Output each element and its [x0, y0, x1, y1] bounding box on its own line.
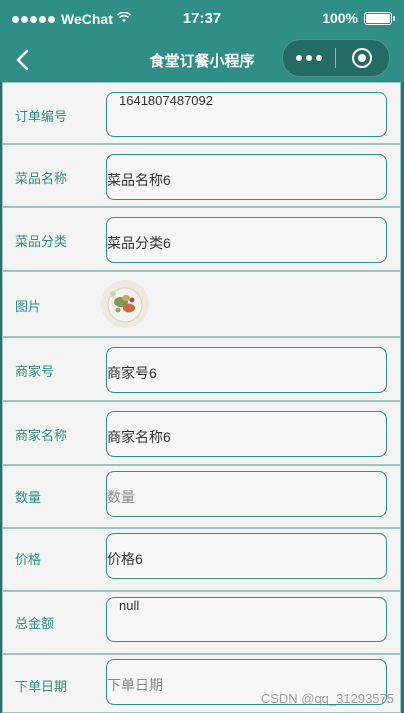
dish-name-input[interactable]: 菜品名称6	[106, 154, 387, 200]
dish-category-input[interactable]: 菜品分类6	[106, 217, 387, 263]
field-row-dish-category: 菜品分类 菜品分类6	[2, 207, 401, 271]
field-label: 菜品名称	[15, 171, 68, 186]
more-dot	[316, 55, 322, 61]
battery-percent: 100%	[322, 10, 358, 26]
field-row-merchant-name: 商家名称 商家名称6	[2, 401, 401, 465]
watermark: CSDN @qq_31293575	[260, 691, 394, 706]
more-dot	[296, 55, 302, 61]
field-label: 菜品分类	[15, 234, 68, 249]
field-row-order-no: 订单编号 1641807487092	[2, 82, 401, 144]
mini-program-capsule	[282, 39, 390, 77]
order-detail-form: 订单编号 1641807487092 菜品名称 菜品名称6 菜品分类 菜品分类6…	[0, 82, 404, 713]
field-label: 价格	[15, 552, 42, 567]
field-value: 商家名称6	[107, 429, 171, 445]
total-textarea[interactable]: null	[106, 597, 387, 642]
field-row-image: 图片	[2, 271, 401, 337]
order-no-textarea[interactable]: 1641807487092	[106, 92, 387, 137]
field-value: 菜品分类6	[107, 235, 171, 251]
merchant-name-input[interactable]: 商家名称6	[106, 411, 387, 457]
field-row-order-date: 下单日期 下单日期 CSDN @qq_31293575	[2, 654, 401, 713]
field-row-quantity: 数量 数量	[2, 465, 401, 528]
field-label: 图片	[15, 299, 42, 314]
merchant-no-input[interactable]: 商家号6	[106, 347, 387, 393]
field-value: 1641807487092	[119, 93, 213, 108]
close-miniprogram-button[interactable]	[336, 47, 388, 69]
more-dot	[306, 55, 312, 61]
field-row-merchant-no: 商家号 商家号6	[2, 337, 401, 401]
field-label: 总金额	[15, 616, 55, 631]
nav-bar: 食堂订餐小程序	[0, 38, 404, 82]
battery-indicator: 100%	[322, 10, 395, 26]
field-value: 菜品名称6	[107, 172, 171, 188]
field-row-price: 价格 价格6	[2, 528, 401, 591]
field-value: 商家号6	[107, 365, 157, 381]
field-value: null	[119, 598, 140, 613]
target-close-icon	[352, 48, 372, 68]
field-label: 商家号	[15, 364, 55, 379]
field-label: 数量	[15, 490, 42, 505]
field-placeholder: 下单日期	[107, 677, 163, 693]
field-value: 价格6	[107, 551, 143, 567]
price-input[interactable]: 价格6	[106, 533, 387, 579]
field-label: 下单日期	[15, 679, 68, 694]
dish-image[interactable]	[101, 280, 149, 328]
quantity-input[interactable]: 数量	[106, 471, 387, 517]
field-label: 商家名称	[15, 428, 68, 443]
field-row-total: 总金额 null	[2, 591, 401, 654]
battery-fill	[366, 13, 390, 23]
battery-icon	[364, 11, 395, 25]
field-row-dish-name: 菜品名称 菜品名称6	[2, 144, 401, 207]
status-bar: WeChat 17:37 100%	[0, 0, 404, 38]
more-button[interactable]	[283, 55, 335, 61]
field-placeholder: 数量	[107, 489, 135, 505]
field-label: 订单编号	[15, 109, 68, 124]
dish-photo-icon	[101, 280, 149, 328]
